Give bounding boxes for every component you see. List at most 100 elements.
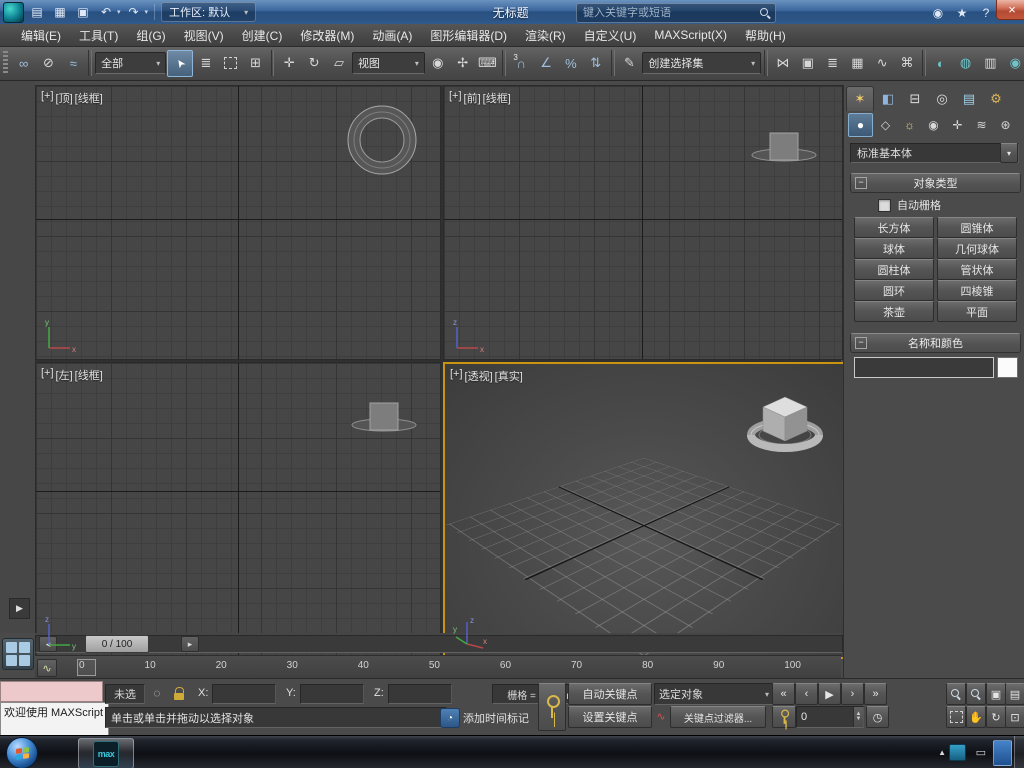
toolbar-drag-handle[interactable] <box>3 51 8 75</box>
menu-customize[interactable]: 自定义(U) <box>575 24 646 47</box>
graphite-ribbon-icon[interactable]: ▦ <box>845 51 869 76</box>
selection-filter-dropdown[interactable]: 全部 ▾ <box>95 52 167 74</box>
zoom-icon[interactable] <box>946 683 966 705</box>
teapot-button[interactable]: 茶壶 <box>854 301 934 322</box>
primitive-category-dropdown[interactable]: 标准基本体 ▾ <box>850 143 1019 163</box>
viewport-name-menu[interactable]: [前] <box>464 90 481 106</box>
set-keys-button[interactable] <box>538 683 566 731</box>
y-coordinate-field[interactable] <box>300 684 364 704</box>
key-filters-button[interactable]: 关键点过滤器... <box>670 706 766 728</box>
viewport-name-menu[interactable]: [左] <box>56 367 73 383</box>
re­ference-coordinate-dropdown[interactable]: 视图 ▾ <box>351 52 425 74</box>
curve-editor-icon[interactable]: ∿ <box>870 51 894 76</box>
align-icon[interactable]: ▣ <box>796 51 820 76</box>
rectangular-selection-region-icon[interactable] <box>219 51 243 76</box>
close-button[interactable]: × <box>996 0 1024 20</box>
viewport-menu-plus[interactable]: [+] <box>41 367 54 383</box>
time-slider-next-icon[interactable]: ▸ <box>181 636 199 652</box>
start-button[interactable] <box>6 737 38 768</box>
bind-to-space-warp-icon[interactable]: ≈ <box>61 51 85 76</box>
cylinder-button[interactable]: 圆柱体 <box>854 259 934 280</box>
viewport-shading-menu[interactable]: [线框] <box>75 90 103 106</box>
category-lights-icon[interactable]: ☼ <box>898 114 921 136</box>
select-and-scale-icon[interactable]: ▱ <box>327 51 351 76</box>
viewport-name-menu[interactable]: [顶] <box>56 90 73 106</box>
new-file-icon[interactable]: ▤ <box>27 3 47 22</box>
viewport-menu-plus[interactable]: [+] <box>449 90 462 106</box>
time-slider-track[interactable] <box>35 635 843 653</box>
viewport-layout-tabs-button[interactable] <box>2 638 34 670</box>
key-mode-toggle-icon[interactable] <box>772 706 796 728</box>
select-by-name-icon[interactable]: ≣ <box>194 51 218 76</box>
pan-icon[interactable]: ✋ <box>966 706 986 728</box>
macro-recorder-field[interactable] <box>0 681 103 702</box>
snap-toggle-icon[interactable]: 3 ∩ <box>509 51 533 76</box>
menu-tools[interactable]: 工具(T) <box>70 24 127 47</box>
sphere-button[interactable]: 球体 <box>854 238 934 259</box>
isolate-selection-icon[interactable]: ◌ <box>147 684 167 702</box>
go-to-end-icon[interactable]: » <box>864 683 887 705</box>
zoom-all-icon[interactable] <box>966 683 986 705</box>
search-input[interactable] <box>581 6 760 20</box>
auto-key-button[interactable]: 自动关键点 <box>568 683 652 705</box>
key-filter-target-dropdown[interactable]: 选定对象 ▾ <box>654 683 774 705</box>
tab-motion[interactable]: ◎ <box>929 87 955 111</box>
geosphere-button[interactable]: 几何球体 <box>937 238 1017 259</box>
tray-icon-2[interactable]: ▭ <box>976 736 986 768</box>
tray-icon-3[interactable] <box>993 736 1012 768</box>
select-and-manipulate-icon[interactable]: ✢ <box>451 51 475 76</box>
render-production-icon[interactable]: ◉ <box>1003 51 1024 76</box>
box-front-view[interactable] <box>744 122 824 174</box>
menu-create[interactable]: 创建(C) <box>233 24 292 47</box>
zoom-extents-all-icon[interactable]: ▤ <box>1005 683 1024 705</box>
object-type-rollout[interactable]: − 对象类型 <box>850 173 1021 193</box>
mini-curve-editor-button[interactable]: ∿ <box>37 659 57 677</box>
zoom-extents-icon[interactable]: ▣ <box>986 683 1006 705</box>
render-setup-icon[interactable]: ◍ <box>954 51 978 76</box>
communication-center-icon[interactable]: ◉ <box>928 3 948 22</box>
plane-button[interactable]: 平面 <box>937 301 1017 322</box>
spinner-snap-icon[interactable]: ⇅ <box>584 51 608 76</box>
tube-button[interactable]: 管状体 <box>937 259 1017 280</box>
undo-icon[interactable]: ↶ <box>96 3 116 22</box>
3dsmax-logo-icon[interactable] <box>3 1 24 23</box>
tab-utilities[interactable]: ⚙ <box>983 87 1009 111</box>
tray-icon-1[interactable] <box>949 736 966 768</box>
pyramid-button[interactable]: 四棱锥 <box>937 280 1017 301</box>
menu-rendering[interactable]: 渲染(R) <box>516 24 575 47</box>
menu-views[interactable]: 视图(V) <box>175 24 233 47</box>
layer-manager-icon[interactable]: ≣ <box>821 51 845 76</box>
menu-group[interactable]: 组(G) <box>127 24 174 47</box>
selection-lock-icon[interactable] <box>169 684 189 702</box>
torus-top-view[interactable] <box>342 100 422 180</box>
edit-named-selection-sets-icon[interactable]: ✎ <box>618 51 642 76</box>
category-geometry-icon[interactable]: ● <box>848 113 873 137</box>
workspace-dropdown[interactable]: 工作区: 默认 ▾ <box>161 2 257 22</box>
named-selection-sets-combo[interactable]: 创建选择集 ▾ <box>642 52 762 74</box>
name-color-rollout[interactable]: − 名称和颜色 <box>850 333 1021 353</box>
tray-hidden-icons[interactable]: ▲ <box>938 736 946 768</box>
maximize-viewport-icon[interactable]: ⊡ <box>1005 706 1024 728</box>
menu-edit[interactable]: 编辑(E) <box>12 24 70 47</box>
tab-create[interactable]: ✶ <box>846 86 874 111</box>
tab-modify[interactable]: ◧ <box>875 87 901 111</box>
material-editor-icon[interactable]: ◐ <box>929 51 953 76</box>
viewport-left[interactable]: [+] [左] [线框] z y <box>35 362 441 657</box>
next-frame-icon[interactable]: › <box>841 683 864 705</box>
viewport-name-menu[interactable]: [透视] <box>465 368 493 384</box>
object-name-field[interactable] <box>854 357 994 378</box>
menu-help[interactable]: 帮助(H) <box>736 24 795 47</box>
frame-spinner[interactable]: ▲ ▼ <box>853 707 863 727</box>
layout-flyout-button[interactable]: ▶ <box>9 598 30 619</box>
percent-snap-icon[interactable]: % <box>559 51 583 76</box>
previous-frame-icon[interactable]: ‹ <box>795 683 818 705</box>
menu-animation[interactable]: 动画(A) <box>363 24 421 47</box>
select-object-button[interactable]: ➤ <box>167 49 194 77</box>
window-crossing-icon[interactable]: ⊞ <box>244 51 268 76</box>
undo-dropdown-arrow-icon[interactable]: ▾ <box>117 8 121 16</box>
set-key-button[interactable]: 设置关键点 <box>568 706 652 728</box>
menu-graph-editors[interactable]: 图形编辑器(D) <box>421 24 516 47</box>
viewport-menu-plus[interactable]: [+] <box>450 368 463 384</box>
play-animation-icon[interactable]: ▶ <box>818 683 841 705</box>
current-frame-field[interactable]: ▲▼ <box>796 706 864 728</box>
